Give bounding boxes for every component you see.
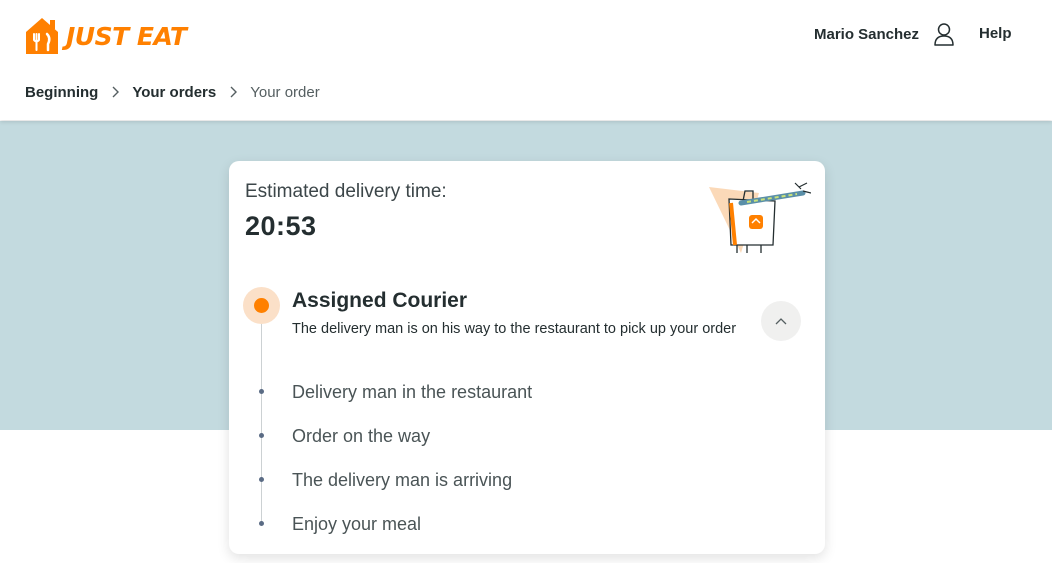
step-dot <box>259 477 264 482</box>
estimated-delivery-label: Estimated delivery time: <box>245 181 447 202</box>
breadcrumb-beginning[interactable]: Beginning <box>25 84 98 101</box>
timeline-line <box>261 321 262 523</box>
step-delivery-man-arriving: The delivery man is arriving <box>292 470 513 490</box>
site-header: JUST EAT Mario Sanchez Help Beginning Yo… <box>0 0 1052 120</box>
order-tracking-card: Estimated delivery time: 20:53 Assigned … <box>229 161 825 554</box>
breadcrumb: Beginning Your orders Your order <box>25 80 320 104</box>
estimated-delivery-time: 20:53 <box>245 211 317 241</box>
just-eat-logo[interactable]: JUST EAT <box>24 16 187 56</box>
just-eat-house-icon <box>26 18 58 54</box>
help-link[interactable]: Help <box>979 22 1012 46</box>
user-account-button[interactable]: Mario Sanchez <box>814 22 955 46</box>
step-dot <box>259 389 264 394</box>
user-icon <box>934 23 954 46</box>
chevron-up-icon <box>775 318 787 325</box>
active-step-indicator <box>243 287 280 324</box>
step-dot <box>259 521 264 526</box>
step-dot <box>259 433 264 438</box>
active-step-title: Assigned Courier <box>292 289 468 312</box>
breadcrumb-your-orders[interactable]: Your orders <box>132 84 216 101</box>
step-order-on-the-way: Order on the way <box>292 426 431 446</box>
chevron-right-icon <box>216 86 250 98</box>
collapse-button[interactable] <box>761 301 801 341</box>
step-enjoy-your-meal: Enjoy your meal <box>292 514 422 534</box>
step-delivery-man-in-restaurant: Delivery man in the restaurant <box>292 382 533 402</box>
user-name: Mario Sanchez <box>814 25 920 43</box>
chevron-right-icon <box>98 86 132 98</box>
logo-text: JUST EAT <box>66 21 187 51</box>
active-step-description: The delivery man is on his way to the re… <box>292 321 737 337</box>
courier-bag-illustration <box>709 182 811 253</box>
breadcrumb-your-order: Your order <box>250 83 320 101</box>
